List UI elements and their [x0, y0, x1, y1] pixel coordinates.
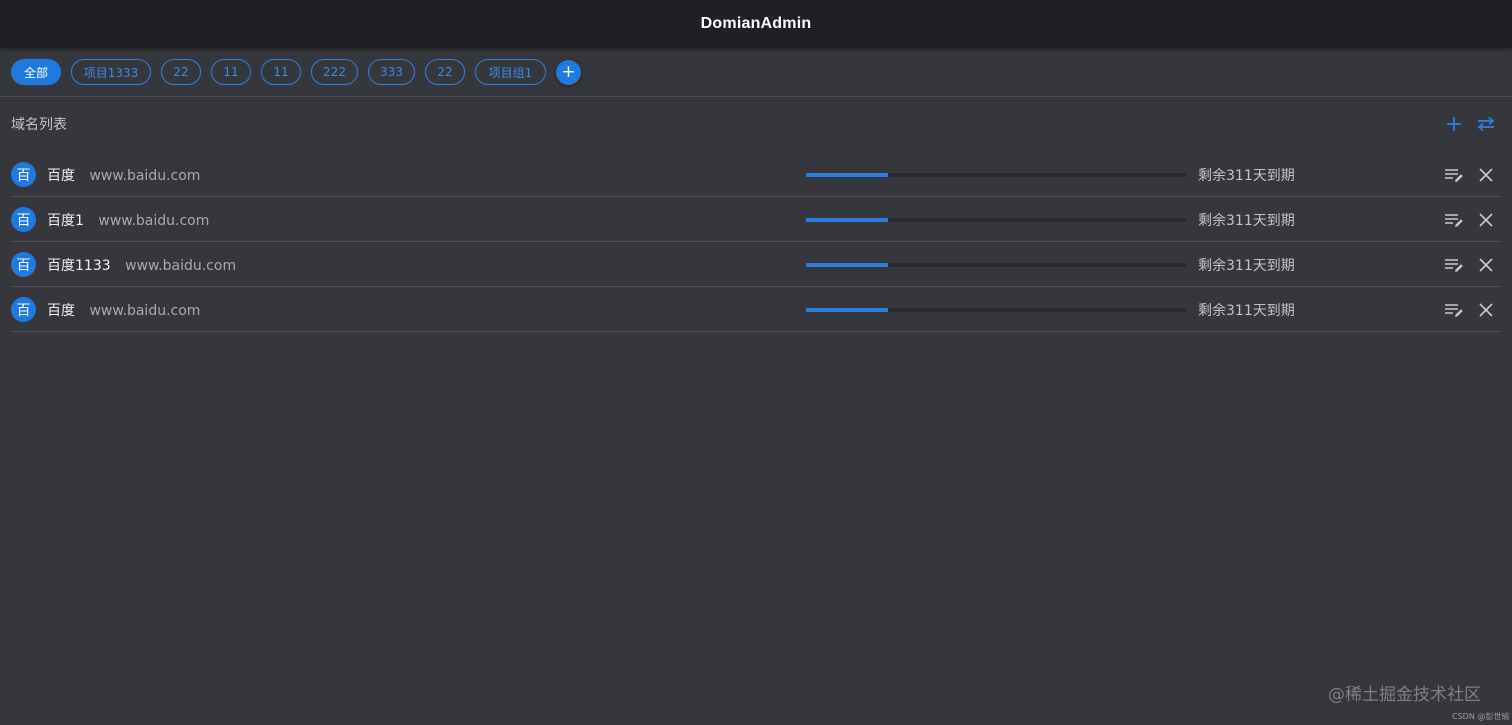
domain-list: 百 百度 www.baidu.com 剩余311天到期 百 百度1 www.ba…: [11, 152, 1501, 332]
close-icon: [1479, 168, 1493, 182]
avatar: 百: [11, 162, 36, 187]
chip-project-1333[interactable]: 项目1333: [71, 59, 151, 85]
chip-333[interactable]: 333: [368, 59, 415, 85]
domain-name: 百度1: [47, 213, 84, 229]
list-item: 百 百度 www.baidu.com 剩余311天到期: [11, 152, 1501, 197]
domain-name: 百度: [47, 303, 75, 319]
chip-222[interactable]: 222: [311, 59, 358, 85]
edit-list-icon: [1445, 304, 1463, 317]
expiry-text: 剩余311天到期: [1198, 258, 1295, 274]
add-project-button[interactable]: +: [556, 60, 581, 85]
chip-project-group-1[interactable]: 项目组1: [475, 59, 546, 85]
swap-horizontal-icon: [1477, 116, 1495, 132]
expiry-progress-fill: [806, 263, 888, 267]
domain-url: www.baidu.com: [89, 303, 201, 319]
expiry-progress-fill: [806, 173, 888, 177]
domain-url: www.baidu.com: [125, 258, 237, 274]
avatar: 百: [11, 252, 36, 277]
edit-domain-button[interactable]: [1443, 164, 1465, 186]
watermark-credit: CSDN @彭世瑜: [1452, 712, 1510, 721]
domain-name: 百度1133: [47, 258, 111, 274]
plus-icon: [1447, 117, 1461, 131]
app-bar: DomianAdmin: [0, 0, 1512, 48]
chip-11[interactable]: 11: [211, 59, 251, 85]
chip-22-second[interactable]: 22: [425, 59, 465, 85]
domain-url: www.baidu.com: [89, 168, 201, 184]
project-filter-bar: 全部 项目1333 22 11 11 222 333 22 项目组1 +: [0, 48, 1512, 97]
avatar: 百: [11, 297, 36, 322]
edit-list-icon: [1445, 214, 1463, 227]
close-icon: [1479, 213, 1493, 227]
watermark: @稀土掘金技术社区: [1328, 685, 1481, 705]
domain-name: 百度: [47, 168, 75, 184]
chip-11-second[interactable]: 11: [261, 59, 301, 85]
expiry-progress-bar: [806, 308, 1186, 312]
expiry-progress-bar: [806, 173, 1186, 177]
delete-domain-button[interactable]: [1475, 299, 1497, 321]
expiry-text: 剩余311天到期: [1198, 213, 1295, 229]
avatar: 百: [11, 207, 36, 232]
delete-domain-button[interactable]: [1475, 209, 1497, 231]
edit-domain-button[interactable]: [1443, 299, 1465, 321]
chip-all[interactable]: 全部: [11, 59, 61, 85]
edit-domain-button[interactable]: [1443, 254, 1465, 276]
domain-url: www.baidu.com: [98, 213, 210, 229]
delete-domain-button[interactable]: [1475, 254, 1497, 276]
edit-domain-button[interactable]: [1443, 209, 1465, 231]
expiry-progress-fill: [806, 308, 888, 312]
swap-sort-button[interactable]: [1475, 114, 1497, 134]
expiry-progress-fill: [806, 218, 888, 222]
close-icon: [1479, 303, 1493, 317]
list-item: 百 百度1 www.baidu.com 剩余311天到期: [11, 197, 1501, 242]
edit-list-icon: [1445, 259, 1463, 272]
expiry-text: 剩余311天到期: [1198, 303, 1295, 319]
close-icon: [1479, 258, 1493, 272]
app-title: DomianAdmin: [700, 15, 812, 32]
expiry-progress-bar: [806, 218, 1186, 222]
add-domain-button[interactable]: [1444, 114, 1464, 134]
domain-list-title: 域名列表: [11, 117, 67, 133]
list-item: 百 百度 www.baidu.com 剩余311天到期: [11, 287, 1501, 332]
list-item: 百 百度1133 www.baidu.com 剩余311天到期: [11, 242, 1501, 287]
delete-domain-button[interactable]: [1475, 164, 1497, 186]
edit-list-icon: [1445, 169, 1463, 182]
chip-22[interactable]: 22: [161, 59, 201, 85]
expiry-text: 剩余311天到期: [1198, 168, 1295, 184]
expiry-progress-bar: [806, 263, 1186, 267]
plus-icon: +: [561, 62, 576, 82]
